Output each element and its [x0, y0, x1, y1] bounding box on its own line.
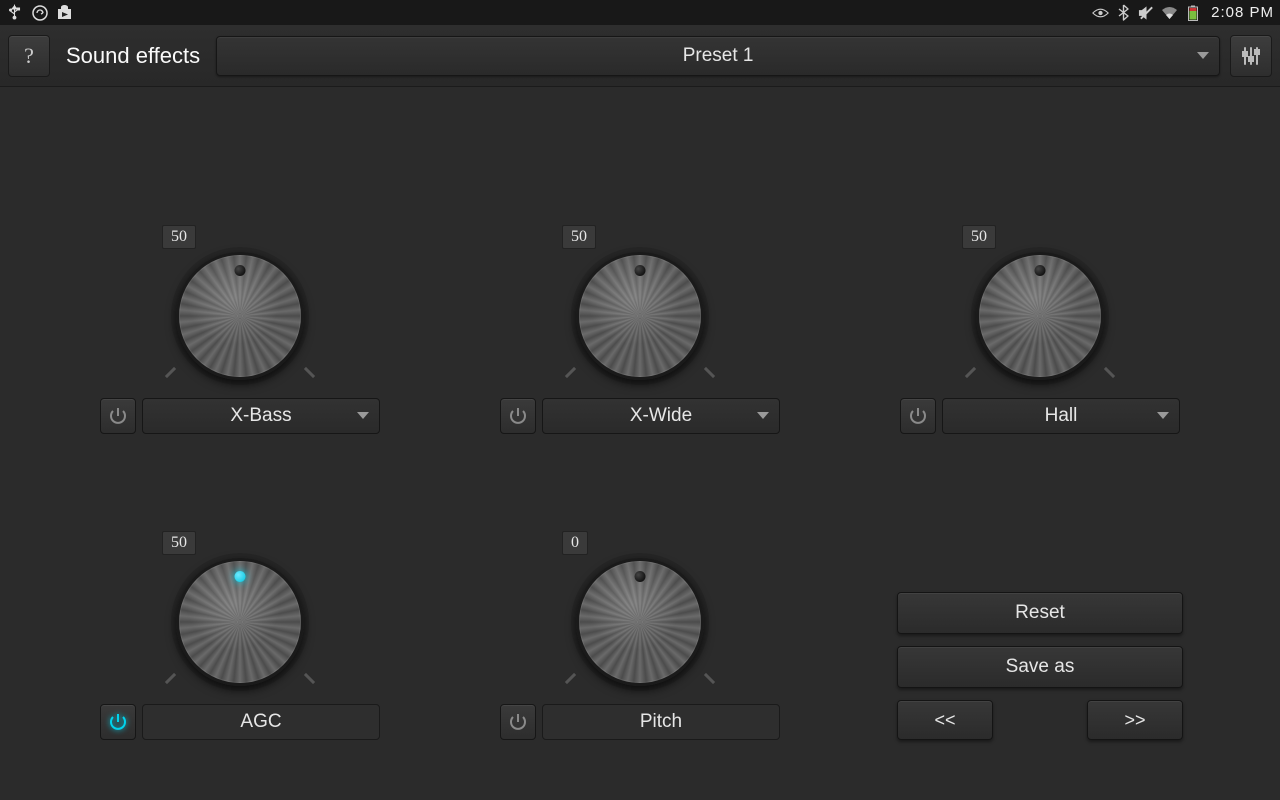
power-toggle[interactable] [100, 704, 136, 740]
chevron-down-icon [357, 412, 369, 419]
power-toggle[interactable] [100, 398, 136, 434]
equalizer-button[interactable] [1230, 35, 1272, 77]
knob-value: 50 [962, 225, 996, 249]
knob-dial[interactable] [576, 558, 704, 686]
knob-value: 50 [162, 225, 196, 249]
chevron-down-icon [1157, 412, 1169, 419]
knob-dial[interactable] [176, 252, 304, 380]
effect-xwide: 50 X-Wide [440, 127, 840, 434]
reset-button[interactable]: Reset [897, 592, 1183, 634]
knob-dial[interactable] [176, 558, 304, 686]
battery-icon [1184, 4, 1201, 21]
actions-cell: Reset Save as << >> [840, 434, 1240, 741]
save-as-button[interactable]: Save as [897, 646, 1183, 688]
power-toggle[interactable] [900, 398, 936, 434]
power-icon [908, 406, 928, 426]
power-icon [108, 712, 128, 732]
play-store-icon [56, 4, 73, 21]
sliders-icon [1240, 45, 1262, 67]
prev-preset-button[interactable]: << [897, 700, 993, 740]
effect-label: AGC [142, 704, 380, 740]
help-button[interactable]: ? [8, 35, 50, 77]
knob-value: 50 [162, 531, 196, 555]
knob-value: 0 [562, 531, 588, 555]
next-preset-button[interactable]: >> [1087, 700, 1183, 740]
effects-grid: 50 X-Bass 50 X-W [0, 87, 1280, 800]
wifi-icon [1161, 4, 1178, 21]
page-title: Sound effects [66, 43, 200, 69]
effect-hall: 50 Hall [840, 127, 1240, 434]
android-status-bar: 2:08 PM [0, 0, 1280, 25]
chevron-down-icon [757, 412, 769, 419]
effect-type-dropdown[interactable]: X-Bass [142, 398, 380, 434]
effect-label: Pitch [542, 704, 780, 740]
chevron-down-icon [1197, 52, 1209, 59]
power-icon [508, 406, 528, 426]
knob-value: 50 [562, 225, 596, 249]
power-icon [508, 712, 528, 732]
effect-type-dropdown[interactable]: Hall [942, 398, 1180, 434]
knob-dial[interactable] [976, 252, 1104, 380]
preset-selected-label: Preset 1 [683, 45, 754, 67]
effect-xbass: 50 X-Bass [40, 127, 440, 434]
power-icon [108, 406, 128, 426]
knob-dial[interactable] [576, 252, 704, 380]
preset-dropdown[interactable]: Preset 1 [216, 36, 1220, 76]
effect-agc: 50 AGC [40, 434, 440, 741]
status-clock: 2:08 PM [1211, 4, 1274, 21]
sync-icon [31, 4, 48, 21]
bluetooth-icon [1115, 4, 1132, 21]
usb-icon [6, 4, 23, 21]
app-toolbar: ? Sound effects Preset 1 [0, 25, 1280, 87]
power-toggle[interactable] [500, 398, 536, 434]
mute-icon [1138, 4, 1155, 21]
effect-type-dropdown[interactable]: X-Wide [542, 398, 780, 434]
effect-pitch: 0 Pitch [440, 434, 840, 741]
eye-icon [1092, 4, 1109, 21]
power-toggle[interactable] [500, 704, 536, 740]
